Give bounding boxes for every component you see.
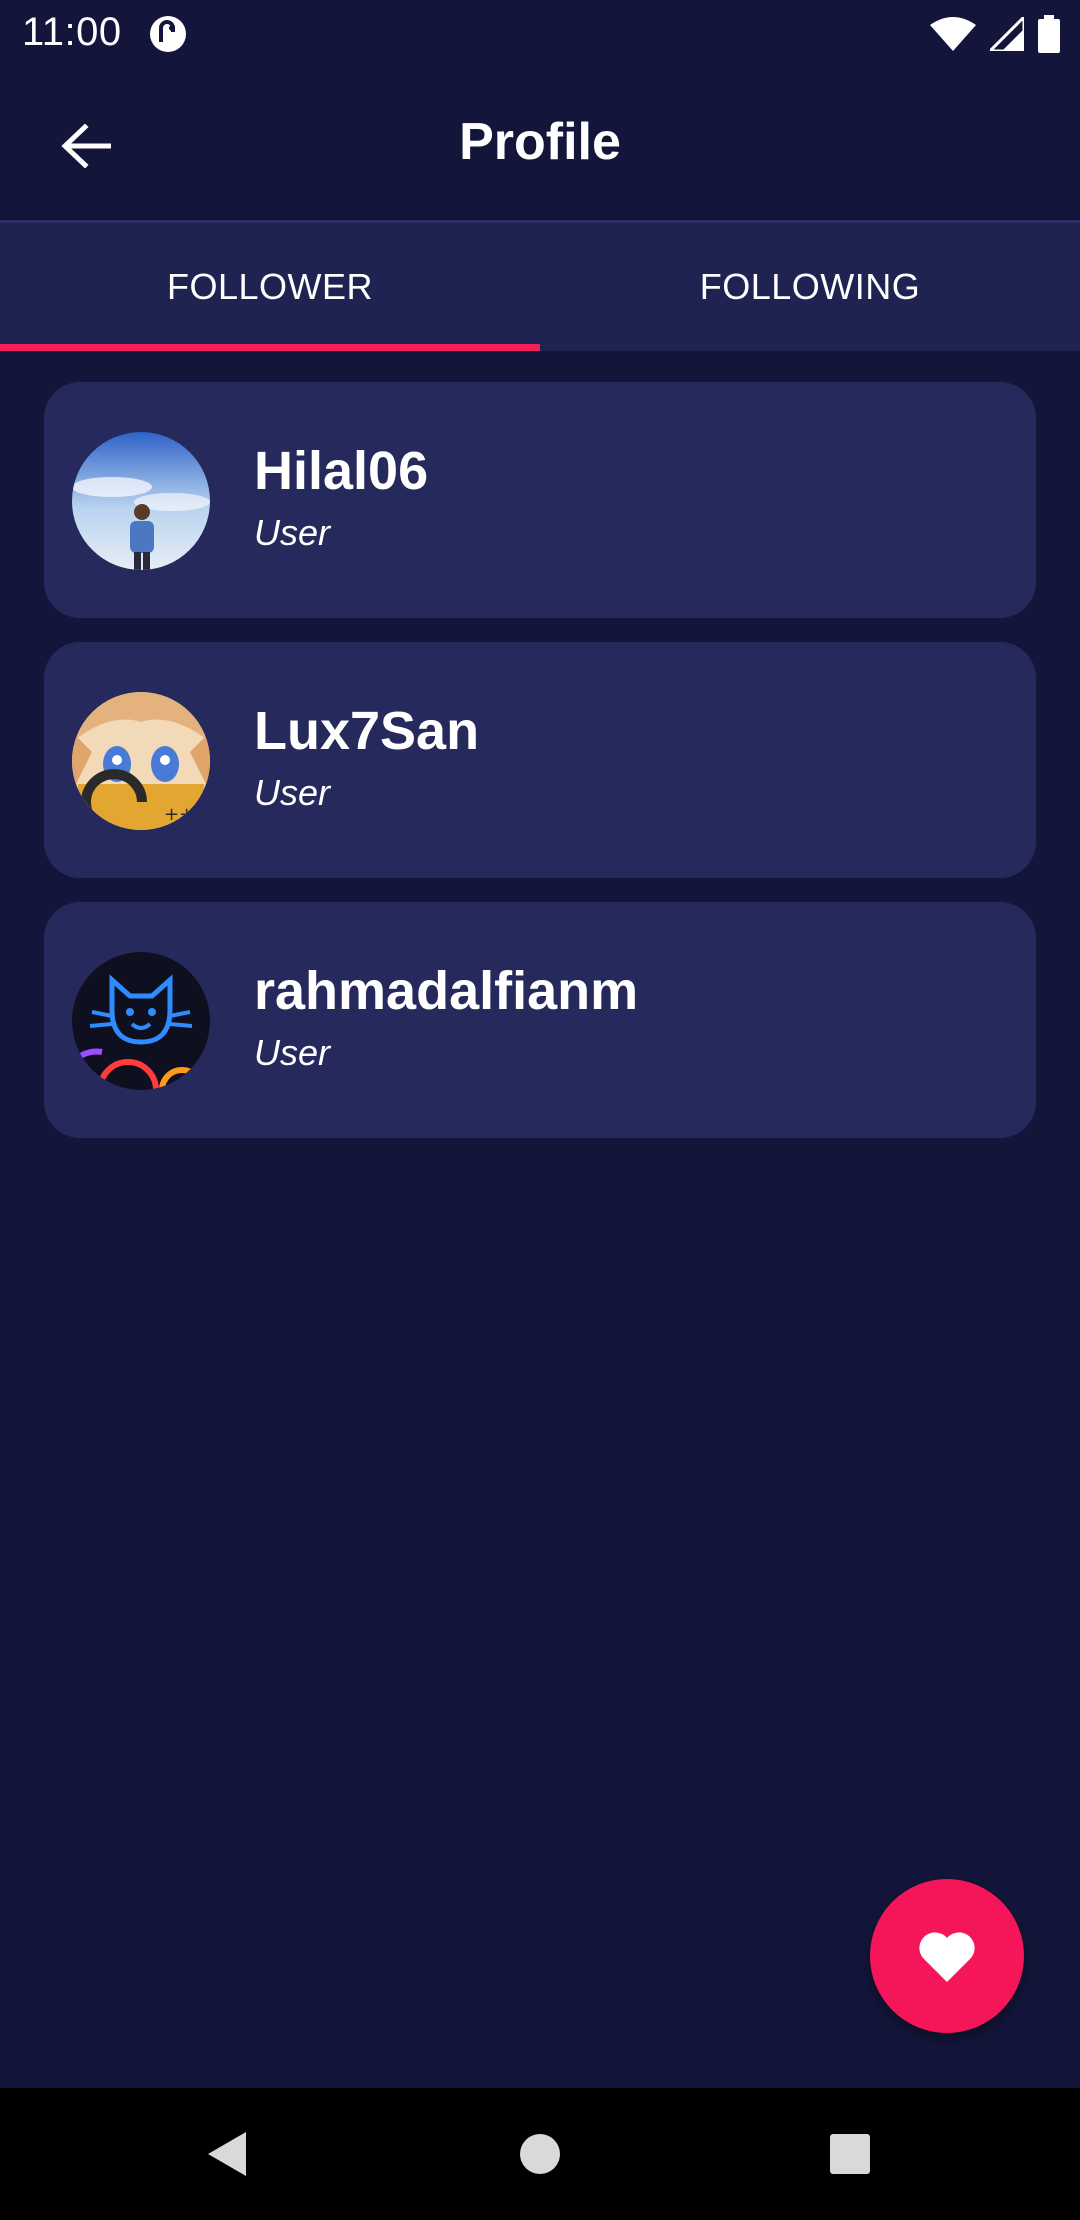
user-name: Hilal06 xyxy=(254,441,429,501)
tab-bar: FOLLOWER FOLLOWING xyxy=(0,220,1080,351)
list-item[interactable]: ++ Lux7San User xyxy=(44,642,1036,878)
user-role: User xyxy=(254,772,331,813)
system-nav-bar xyxy=(0,2088,1080,2220)
app-bar: Profile xyxy=(0,66,1080,220)
status-bar: 11:00 xyxy=(0,0,1080,66)
user-name: Lux7San xyxy=(254,701,480,761)
wifi-icon xyxy=(930,17,976,51)
status-time: 11:00 xyxy=(22,10,122,54)
home-circle-icon xyxy=(520,2134,560,2174)
nav-home-button[interactable] xyxy=(508,2122,572,2186)
avatar xyxy=(72,952,210,1090)
avatar: ++ xyxy=(72,692,210,830)
back-triangle-icon xyxy=(208,2132,246,2176)
user-role: User xyxy=(254,512,331,553)
list-item[interactable]: rahmadalfianm User xyxy=(44,902,1036,1138)
favorite-fab-button[interactable] xyxy=(870,1879,1024,2033)
nav-recents-button[interactable] xyxy=(818,2122,882,2186)
nav-back-button[interactable] xyxy=(196,2122,260,2186)
svg-text:++: ++ xyxy=(164,804,194,825)
user-role: User xyxy=(254,1032,331,1073)
avatar xyxy=(72,432,210,570)
signal-icon xyxy=(990,17,1024,51)
status-icons xyxy=(930,14,1060,54)
tab-selected-indicator xyxy=(0,344,540,351)
list-item[interactable]: Hilal06 User xyxy=(44,382,1036,618)
follower-list: Hilal06 User ++ Lux7San User rahmadalfia… xyxy=(44,382,1036,1162)
app-notification-icon xyxy=(150,16,186,52)
tab-follower[interactable]: FOLLOWER xyxy=(0,223,540,351)
tab-following[interactable]: FOLLOWING xyxy=(540,223,1080,351)
recents-square-icon xyxy=(830,2134,870,2174)
user-name: rahmadalfianm xyxy=(254,961,639,1021)
heart-icon xyxy=(919,1932,975,1982)
page-title: Profile xyxy=(459,113,621,171)
battery-icon xyxy=(1038,15,1060,53)
